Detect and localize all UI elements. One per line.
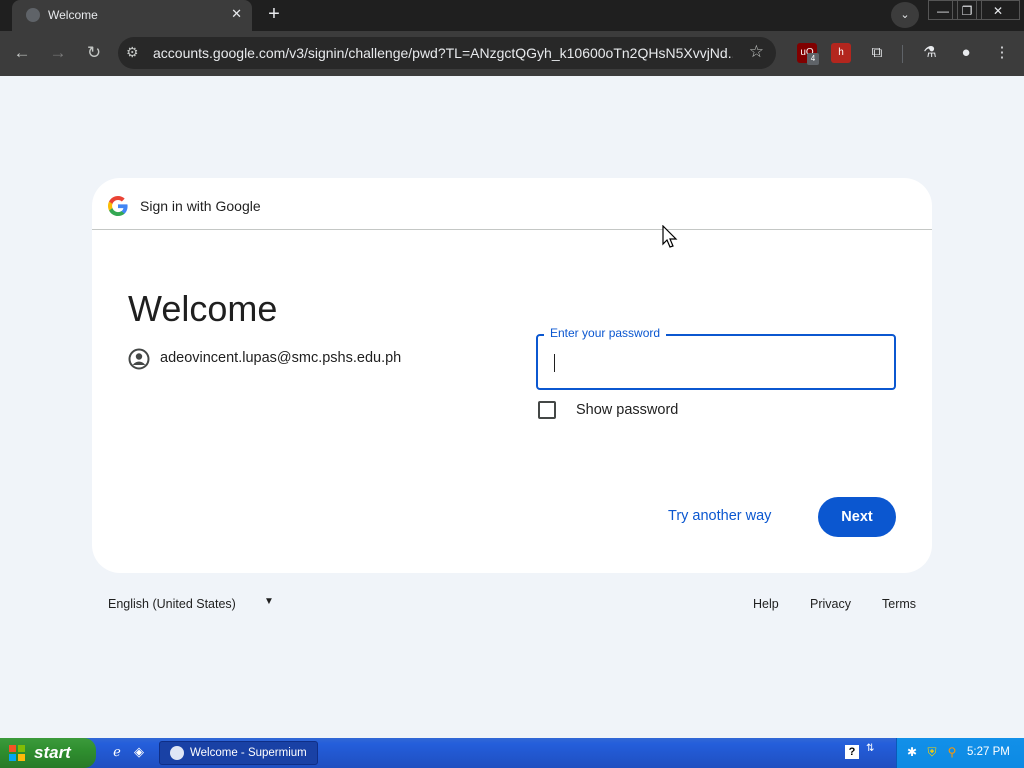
forward-button[interactable]: → xyxy=(46,41,70,65)
extension-badge: 4 xyxy=(807,53,819,65)
taskbar-item-label: Welcome - Supermium xyxy=(190,747,307,759)
back-button[interactable]: ← xyxy=(10,41,34,65)
privacy-link[interactable]: Privacy xyxy=(810,597,851,611)
tab-title: Welcome xyxy=(48,8,98,22)
password-input[interactable] xyxy=(538,336,894,388)
network-icon[interactable]: ✱ xyxy=(905,745,919,759)
dropdown-arrow-icon[interactable]: ▼ xyxy=(264,596,274,607)
ublock-extension-icon[interactable]: uO4 xyxy=(797,43,819,65)
card-header-text: Sign in with Google xyxy=(140,198,261,214)
password-field[interactable] xyxy=(536,334,896,390)
start-button[interactable]: start xyxy=(0,738,96,768)
try-another-way-button[interactable]: Try another way xyxy=(668,508,771,524)
start-label: start xyxy=(34,743,71,762)
profile-icon[interactable]: ● xyxy=(954,41,978,65)
next-button[interactable]: Next xyxy=(818,497,896,537)
clock: 5:27 PM xyxy=(967,746,1010,758)
system-tray: ✱ ⛨ ⚲ 5:27 PM xyxy=(896,738,1024,768)
terms-link[interactable]: Terms xyxy=(882,597,916,611)
tab-search-button[interactable]: ⌄ xyxy=(891,2,919,28)
bookmark-star-icon[interactable]: ☆ xyxy=(749,42,764,62)
internet-explorer-icon[interactable]: ℯ xyxy=(108,743,126,761)
close-window-button[interactable]: ✕ xyxy=(976,0,1020,20)
url-text[interactable]: accounts.google.com/v3/signin/challenge/… xyxy=(153,45,733,61)
windows-flag-icon xyxy=(9,745,25,761)
password-label: Enter your password xyxy=(544,326,667,340)
tab-welcome[interactable]: Welcome ✕ xyxy=(12,0,252,31)
account-circle-icon xyxy=(128,348,150,370)
card-header: Sign in with Google xyxy=(92,178,932,230)
security-shield-icon[interactable]: ⛨ xyxy=(925,745,939,759)
address-bar[interactable]: ⚙ accounts.google.com/v3/signin/challeng… xyxy=(118,37,776,69)
language-selector[interactable]: English (United States) xyxy=(108,597,236,611)
toolbar-separator xyxy=(902,45,903,63)
site-settings-icon[interactable]: ⚙ xyxy=(126,44,139,61)
show-password-label[interactable]: Show password xyxy=(576,402,678,418)
reload-button[interactable]: ↻ xyxy=(82,41,106,65)
google-logo-icon xyxy=(108,196,128,216)
text-caret xyxy=(554,354,555,372)
page-title: Welcome xyxy=(128,288,278,329)
menu-icon[interactable]: ⋮ xyxy=(990,41,1014,65)
signin-card: Sign in with Google Welcome adeovincent.… xyxy=(92,178,932,573)
close-tab-icon[interactable]: ✕ xyxy=(231,6,242,22)
account-email: adeovincent.lupas@smc.pshs.edu.ph xyxy=(160,350,402,366)
quick-launch-icon[interactable]: ◈ xyxy=(130,743,148,761)
supermium-icon xyxy=(170,746,184,760)
browser-toolbar: ← → ↻ ⚙ accounts.google.com/v3/signin/ch… xyxy=(0,31,1024,76)
search-icon[interactable]: ⚲ xyxy=(945,745,959,759)
labs-flask-icon[interactable]: ⚗ xyxy=(918,41,942,65)
help-icon[interactable]: ? xyxy=(845,745,859,759)
new-tab-button[interactable]: + xyxy=(262,3,286,27)
language-bar-icon[interactable]: ⇅ xyxy=(866,743,874,754)
tab-strip: Welcome ✕ + ⌄ — ❐ ✕ xyxy=(0,0,1024,31)
globe-icon xyxy=(26,8,40,22)
red-extension-icon[interactable]: h xyxy=(831,43,851,63)
taskbar-item-supermium[interactable]: Welcome - Supermium xyxy=(159,741,318,765)
extensions-puzzle-icon[interactable]: ⧉ xyxy=(865,41,889,65)
mouse-cursor-icon xyxy=(662,225,678,248)
help-link[interactable]: Help xyxy=(753,597,779,611)
show-password-checkbox[interactable] xyxy=(538,401,556,419)
taskbar: start ℯ ◈ Welcome - Supermium ? ⇅ ✱ ⛨ ⚲ … xyxy=(0,738,1024,768)
